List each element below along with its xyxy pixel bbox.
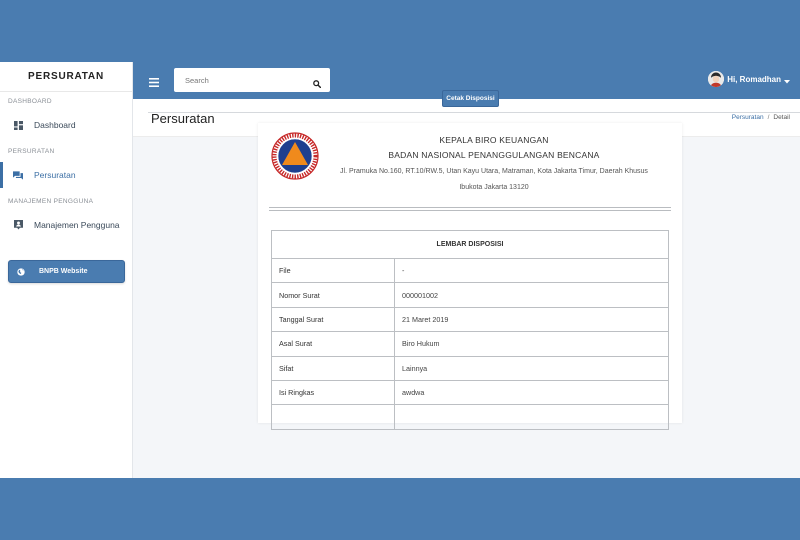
table-value xyxy=(394,404,669,430)
table-header-row: LEMBAR DISPOSISI xyxy=(271,230,669,259)
table-row: Nomor Surat 000001002 xyxy=(271,282,669,308)
search-icon[interactable] xyxy=(313,75,322,89)
bnpb-logo xyxy=(270,131,320,181)
sidebar-section-dashboard: DASHBOARD xyxy=(8,98,52,105)
letterhead: KEPALA BIRO KEUANGAN BADAN NASIONAL PENA… xyxy=(328,133,660,195)
letterhead-line1: KEPALA BIRO KEUANGAN xyxy=(439,135,549,145)
table-value: awdwa xyxy=(394,379,669,406)
sidebar-item-manajemen-pengguna[interactable]: Manajemen Pengguna xyxy=(0,212,132,238)
table-key: Nomor Surat xyxy=(271,282,395,308)
table-value: Lainnya xyxy=(394,355,669,381)
breadcrumb-separator: / xyxy=(767,114,770,121)
table-row-cutoff xyxy=(271,404,669,430)
content-divider xyxy=(148,112,800,113)
page-title: Persuratan xyxy=(151,111,215,126)
search-input[interactable] xyxy=(174,68,304,92)
sidebar-item-persuratan[interactable]: Persuratan xyxy=(0,162,132,188)
sidebar: PERSURATAN DASHBOARD Dashboard PERSURATA… xyxy=(0,62,133,478)
table-row: Asal Surat Biro Hukum xyxy=(271,331,669,357)
breadcrumb-current: Detail xyxy=(773,114,790,121)
letterhead-double-rule xyxy=(269,207,671,211)
bnpb-website-label: BNPB Website xyxy=(39,268,88,275)
letterhead-address-line1: Jl. Pramuka No.160, RT.10/RW.5, Utan Kay… xyxy=(340,168,648,175)
user-greeting: Hi, Romadhan xyxy=(727,74,781,84)
sidebar-brand: PERSURATAN xyxy=(0,62,132,92)
disposisi-table: LEMBAR DISPOSISI File - Nomor Surat 0000… xyxy=(271,230,669,430)
disposisi-card: KEPALA BIRO KEUANGAN BADAN NASIONAL PENA… xyxy=(258,123,682,430)
table-row: File - xyxy=(271,257,669,284)
bnpb-website-button[interactable]: BNPB Website xyxy=(8,260,125,283)
table-value: 21 Maret 2019 xyxy=(394,306,669,333)
table-row: Sifat Lainnya xyxy=(271,355,669,381)
globe-icon xyxy=(17,267,25,276)
letterhead-address-line2: Ibukota Jakarta 13120 xyxy=(459,184,529,191)
search-box xyxy=(174,68,330,92)
table-value: 000001002 xyxy=(394,282,669,308)
sidebar-item-label: Manajemen Pengguna xyxy=(34,220,120,230)
dashboard-icon xyxy=(12,119,24,131)
table-key: File xyxy=(271,257,395,284)
sidebar-item-dashboard[interactable]: Dashboard xyxy=(0,112,132,138)
letterhead-line2: BADAN NASIONAL PENANGGULANGAN BENCANA xyxy=(388,150,600,160)
table-key: Asal Surat xyxy=(271,331,395,357)
hamburger-menu-icon[interactable] xyxy=(149,74,159,87)
cetak-disposisi-button[interactable]: Cetak Disposisi xyxy=(442,90,499,107)
sidebar-section-manajemen: MANAJEMEN PENGGUNA xyxy=(8,198,94,205)
table-value: Biro Hukum xyxy=(394,331,669,357)
table-title: LEMBAR DISPOSISI xyxy=(271,230,669,259)
table-key: Tanggal Surat xyxy=(271,306,395,333)
user-menu[interactable]: Hi, Romadhan xyxy=(708,71,790,87)
table-value: - xyxy=(394,257,669,284)
avatar xyxy=(708,71,725,87)
user-card-icon xyxy=(12,219,24,231)
sidebar-item-label: Persuratan xyxy=(34,170,76,180)
chevron-down-icon xyxy=(784,77,790,84)
table-row: Isi Ringkas awdwa xyxy=(271,379,669,406)
breadcrumb: Persuratan / Detail xyxy=(732,114,790,121)
chat-icon xyxy=(12,169,24,181)
table-row: Tanggal Surat 21 Maret 2019 xyxy=(271,306,669,333)
table-key: Sifat xyxy=(271,355,395,381)
sidebar-item-label: Dashboard xyxy=(34,120,76,130)
table-key: Isi Ringkas xyxy=(271,379,395,406)
table-key xyxy=(271,404,395,430)
breadcrumb-link-persuratan[interactable]: Persuratan xyxy=(732,114,764,121)
sidebar-section-persuratan: PERSURATAN xyxy=(8,148,55,155)
